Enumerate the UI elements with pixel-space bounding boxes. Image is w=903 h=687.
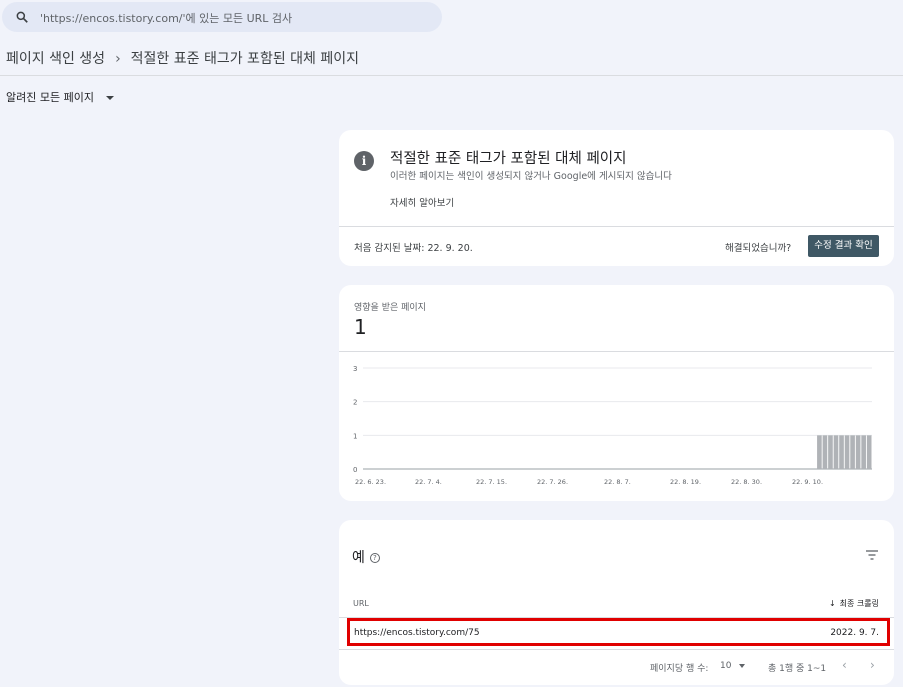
affected-pages-card: 영향을 받은 페이지 1 0 1 2 3 22. 6. 23. 22. 7. 4. 22. …	[339, 285, 894, 501]
y-tick-label: 0	[353, 466, 357, 474]
table-row[interactable]: https://encos.tistory.com/75 2022. 9. 7.	[347, 618, 890, 646]
table-divider	[339, 649, 894, 650]
header-divider	[0, 75, 903, 76]
examples-card: 예? URL ↓ 최종 크롤링 https://encos.tistory.com…	[339, 520, 894, 685]
chart-bar	[833, 435, 839, 469]
page-filter-dropdown[interactable]: 알려진 모든 페이지	[6, 89, 114, 105]
row-date: 2022. 9. 7.	[830, 628, 879, 638]
arrow-down-icon: ↓	[828, 599, 836, 608]
card-divider	[339, 226, 894, 227]
affected-pages-chart: 0 1 2 3 22. 6. 23. 22. 7. 4. 22. 7. 15. 22. 7. …	[353, 365, 872, 486]
breadcrumb-parent[interactable]: 페이지 색인 생성	[6, 51, 105, 67]
rows-per-page-select[interactable]: 10	[720, 661, 746, 671]
help-icon[interactable]: ?	[369, 553, 380, 563]
y-tick-label: 2	[353, 399, 357, 407]
examples-title-text: 예	[352, 550, 365, 566]
breadcrumb: 페이지 색인 생성 › 적절한 표준 태그가 포함된 대체 페이지	[6, 48, 359, 68]
issue-title: 적절한 표준 태그가 포함된 대체 페이지	[390, 151, 627, 167]
x-tick-label: 22. 8. 30.	[731, 478, 762, 486]
page-filter-label: 알려진 모든 페이지	[6, 91, 94, 104]
column-header-last-crawled-label: 최종 크롤링	[839, 599, 879, 608]
next-page-icon[interactable]: ›	[870, 658, 875, 672]
y-tick-label: 1	[353, 432, 357, 440]
card-divider	[339, 351, 894, 352]
info-icon: i	[354, 151, 374, 171]
resolved-question: 해결되었습니까?	[725, 243, 792, 254]
chart-bar	[861, 435, 866, 469]
rows-per-page-value: 10	[720, 661, 732, 671]
x-tick-label: 22. 7. 26.	[537, 478, 568, 486]
breadcrumb-current: 적절한 표준 태그가 포함된 대체 페이지	[130, 51, 360, 67]
x-tick-label: 22. 7. 4.	[415, 478, 442, 486]
previous-page-icon[interactable]: ‹	[842, 658, 847, 672]
filter-icon[interactable]	[865, 549, 879, 561]
x-tick-label: 22. 7. 15.	[476, 478, 507, 486]
chart-bar	[822, 435, 828, 469]
y-tick-label: 3	[353, 365, 357, 373]
issue-description: 이러한 페이지는 색인이 생성되지 않거나 Google에 게시되지 않습니다	[390, 171, 672, 182]
dropdown-caret-icon	[105, 96, 114, 100]
x-tick-label: 22. 8. 19.	[670, 478, 701, 486]
chevron-right-icon: ›	[115, 51, 121, 67]
search-bar[interactable]: 'https://encos.tistory.com/'에 있는 모든 URL …	[2, 2, 442, 32]
rows-per-page-label: 페이지당 행 수:	[650, 664, 709, 674]
row-url: https://encos.tistory.com/75	[354, 628, 480, 638]
x-tick-label: 22. 8. 7.	[604, 478, 631, 486]
affected-pages-count: 1	[354, 315, 367, 339]
chart-bar	[855, 435, 861, 469]
column-header-url: URL	[353, 599, 369, 608]
x-tick-label: 22. 9. 10.	[792, 478, 823, 486]
column-header-last-crawled[interactable]: ↓ 최종 크롤링	[829, 598, 879, 609]
issue-card: i 적절한 표준 태그가 포함된 대체 페이지 이러한 페이지는 색인이 생성되…	[339, 130, 894, 266]
dropdown-caret-icon	[739, 663, 746, 668]
search-input[interactable]: 'https://encos.tistory.com/'에 있는 모든 URL …	[40, 10, 292, 26]
pagination-range: 총 1행 중 1~1	[768, 664, 827, 674]
chart-bar	[850, 435, 855, 469]
learn-more-link[interactable]: 자세히 알아보기	[390, 195, 454, 209]
x-tick-label: 22. 6. 23.	[355, 478, 386, 486]
affected-pages-label: 영향을 받은 페이지	[354, 303, 426, 313]
chart-bar	[866, 435, 872, 469]
examples-title: 예?	[352, 547, 380, 567]
validate-fix-button[interactable]: 수정 결과 확인	[808, 235, 879, 257]
chart-bar	[839, 435, 844, 469]
chart-bar	[828, 435, 833, 469]
chart-bar	[817, 435, 822, 469]
first-detected-date: 처음 감지된 날짜: 22. 9. 20.	[354, 243, 473, 254]
search-icon	[16, 11, 28, 23]
chart-bar	[844, 435, 850, 469]
